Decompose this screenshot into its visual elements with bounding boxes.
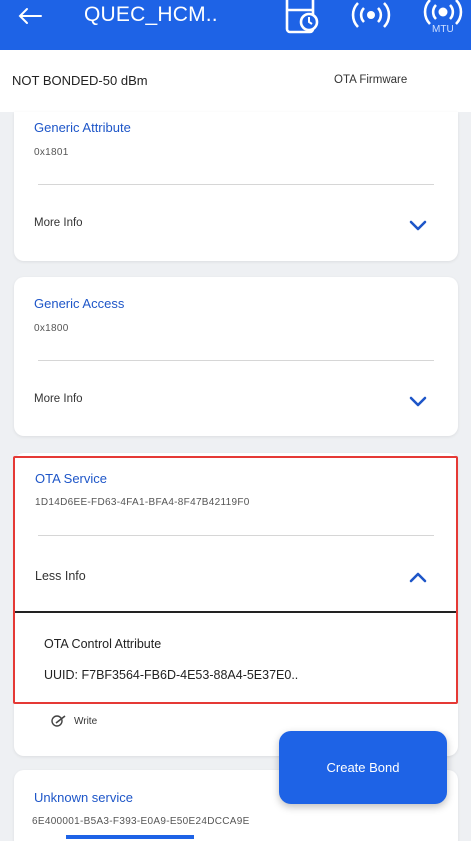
divider [38, 360, 434, 361]
calendar-clock-icon[interactable] [284, 0, 322, 41]
characteristic-name: OTA Control Attribute [44, 637, 162, 651]
write-property[interactable]: Write [50, 714, 97, 728]
app-bar: QUEC_HCM.. MTU [0, 0, 471, 50]
bond-status: NOT BONDED-50 dBm [12, 73, 148, 88]
create-bond-button[interactable]: Create Bond [279, 731, 447, 804]
divider [38, 184, 434, 185]
more-info-toggle[interactable]: More Info [34, 217, 83, 229]
more-info-toggle[interactable]: More Info [34, 393, 83, 405]
chevron-up-icon[interactable] [408, 570, 428, 584]
characteristic-divider [14, 611, 458, 613]
connection-status-bar: NOT BONDED-50 dBm OTA Firmware [0, 50, 471, 112]
chevron-down-icon[interactable] [408, 395, 428, 409]
broadcast-icon[interactable] [348, 0, 394, 37]
write-label: Write [74, 715, 98, 727]
chevron-down-icon[interactable] [408, 219, 428, 233]
arrow-left-icon[interactable] [14, 0, 46, 32]
service-name: Generic Attribute [34, 120, 131, 135]
service-card: Generic Attribute 0x1801 More Info [14, 112, 458, 261]
service-name: Unknown service [34, 790, 133, 805]
divider [38, 535, 434, 536]
characteristic-uuid: UUID: F7BF3564-FB6D-4E53-88A4-5E37E0.. [44, 668, 299, 682]
service-name: OTA Service [35, 471, 108, 486]
write-icon [51, 715, 66, 727]
service-uuid: 1D14D6EE-FD63-4FA1-BFA4-8F47B42119F0 [35, 497, 250, 508]
service-card: Generic Access 0x1800 More Info [14, 277, 458, 436]
service-name: Generic Access [34, 296, 125, 311]
ota-firmware-link[interactable]: OTA Firmware [334, 74, 407, 86]
mtu-label: MTU [432, 24, 454, 35]
service-uuid: 0x1800 [34, 323, 69, 334]
less-info-toggle[interactable]: Less Info [35, 569, 86, 583]
device-title: QUEC_HCM.. [84, 3, 218, 26]
service-card-expanded: OTA Service 1D14D6EE-FD63-4FA1-BFA4-8F47… [14, 453, 458, 756]
scroll-indicator [66, 835, 194, 839]
service-uuid: 0x1801 [34, 147, 69, 158]
service-uuid: 6E400001-B5A3-F393-E0A9-E50E24DCCA9E [32, 816, 250, 827]
